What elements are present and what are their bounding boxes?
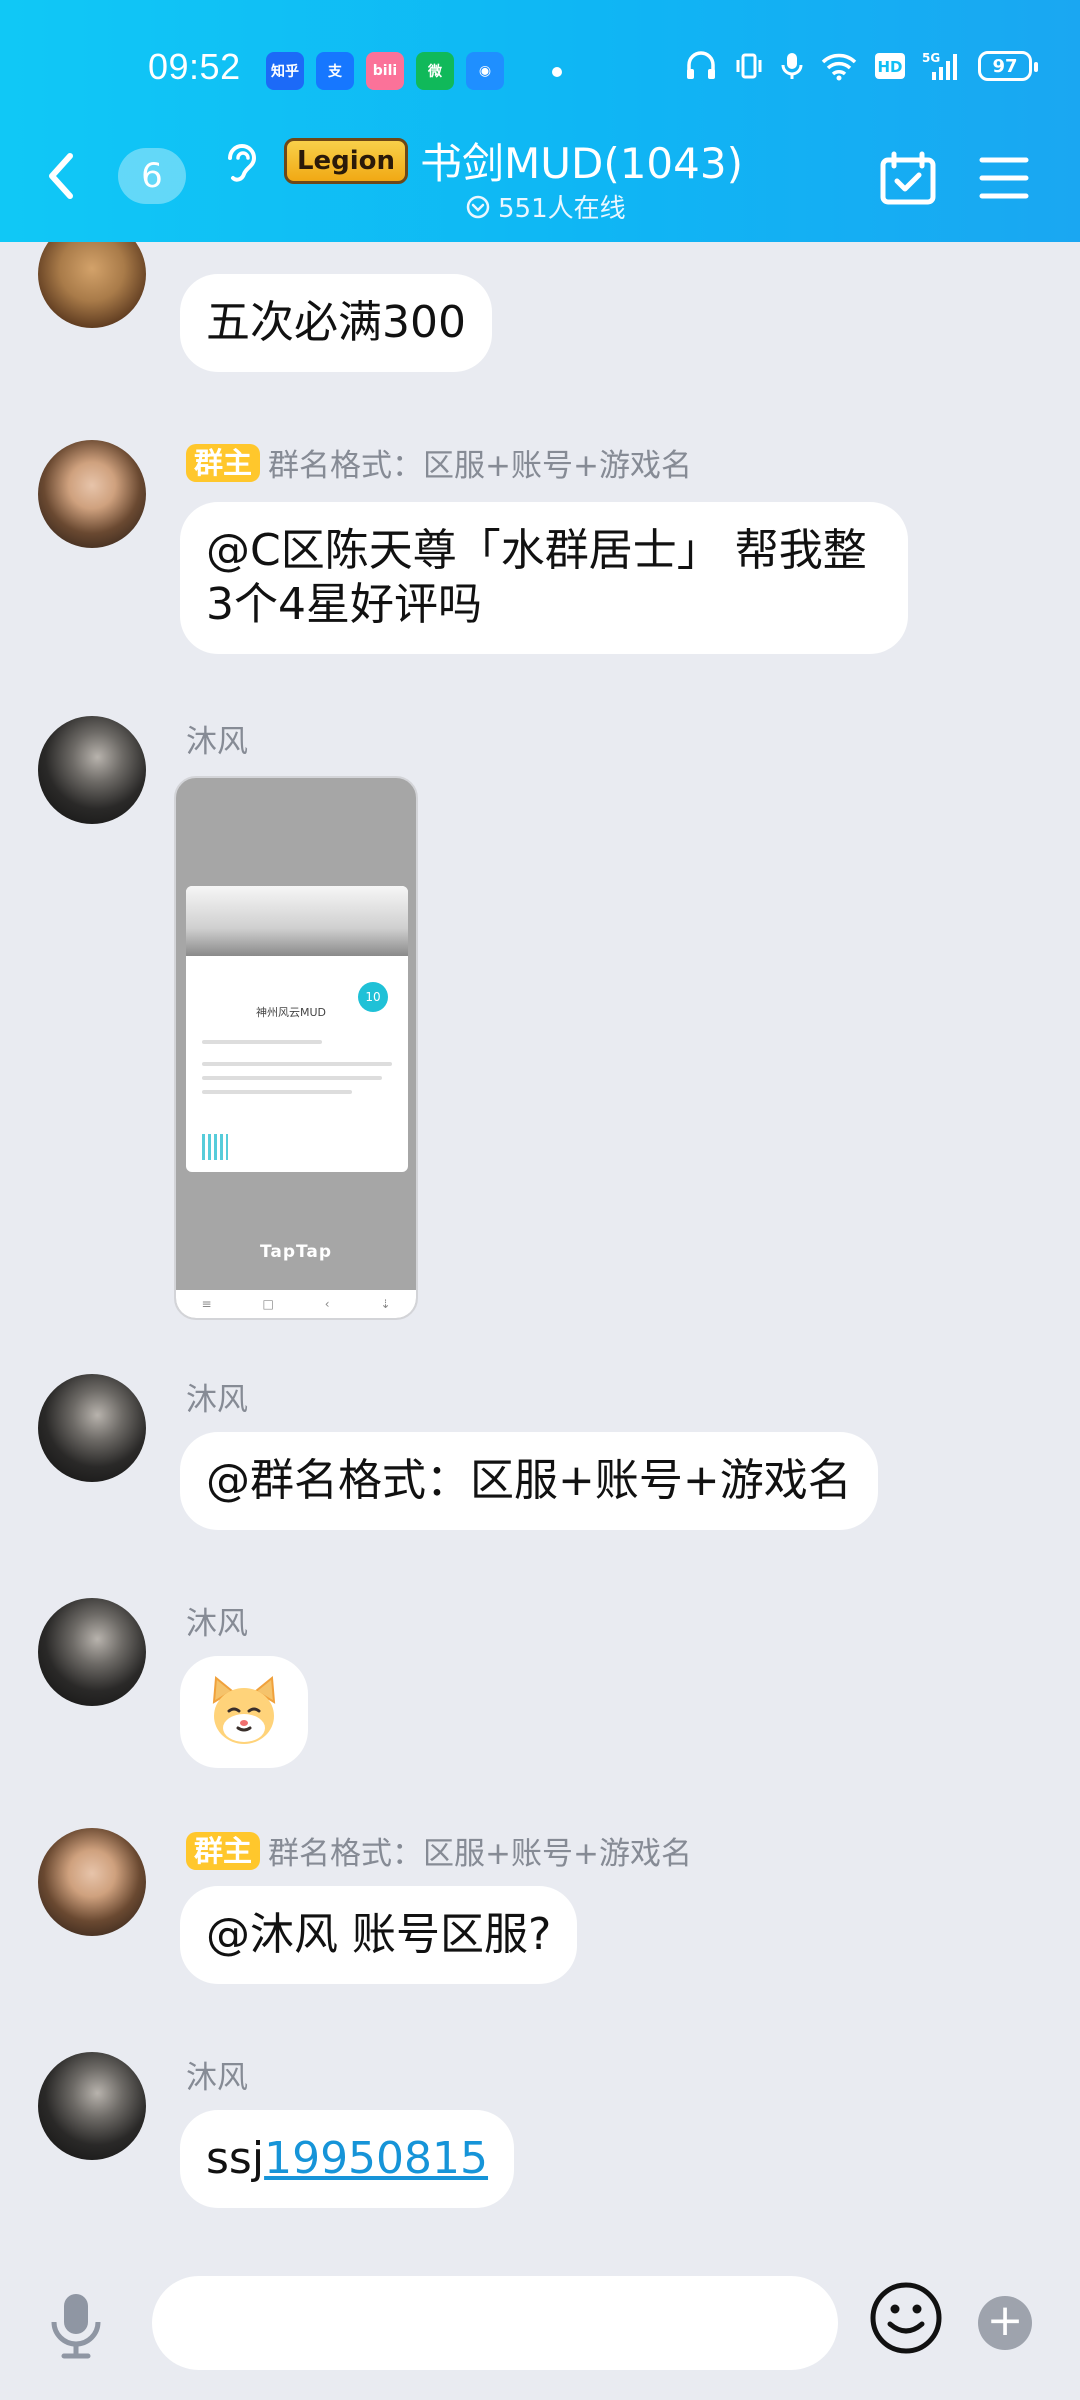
screenshot-score-badge: 10 (358, 982, 388, 1012)
message-text-prefix: ssj (206, 2133, 265, 2184)
avatar[interactable] (38, 1374, 146, 1482)
signal-5g-icon: 5G (922, 50, 962, 82)
message-bubble[interactable]: 五次必满300 (180, 274, 492, 372)
smile-icon (870, 2282, 942, 2354)
screenshot-review-line (202, 1062, 392, 1066)
screenshot-home-icon: □ (262, 1297, 274, 1311)
sender-name: 群名格式：区服+账号+游戏名 (268, 448, 692, 484)
avatar[interactable] (38, 1828, 146, 1936)
back-button[interactable] (38, 146, 84, 206)
calendar-icon[interactable] (880, 150, 936, 210)
wifi-icon (820, 51, 858, 81)
sender-line: 群主 群名格式：区服+账号+游戏名 (186, 440, 692, 485)
message-bubble[interactable]: ssj19950815 (180, 2110, 515, 2208)
group-title-area[interactable]: Legion 书剑MUD(1043) (284, 130, 743, 191)
sender-name: 沐风 (186, 2060, 248, 2096)
wechat-app-icon: 微 (416, 52, 454, 90)
online-count-text: 551人在线 (498, 194, 626, 224)
online-chevron-icon (466, 195, 490, 218)
screenshot-nav-bar: ≡ □ ‹ ⇣ (176, 1290, 416, 1318)
message-input[interactable] (152, 2276, 838, 2370)
screenshot-qr-code (202, 1134, 228, 1160)
screenshot-card: 10 神州风云MUD (186, 886, 408, 1172)
sender-name: 群名格式：区服+账号+游戏名 (268, 1836, 692, 1872)
plus-icon[interactable]: + (978, 2296, 1032, 2350)
cat-sticker-icon (212, 1676, 276, 1744)
screenshot-banner-image (186, 886, 408, 956)
role-badge: 群主 (186, 1831, 261, 1870)
microphone-icon (780, 51, 804, 81)
group-title: 书剑MUD(1043) (420, 139, 743, 188)
sender-name: 沐风 (186, 1382, 248, 1418)
earpiece-mode-icon[interactable] (220, 138, 262, 190)
emoji-button[interactable] (868, 2280, 944, 2360)
message-bubble[interactable]: @C区陈天尊「水群居士」 帮我整3个4星好评吗 (180, 502, 908, 654)
online-status: 551人在线 (466, 188, 626, 225)
avatar[interactable] (38, 440, 146, 548)
battery-indicator: 97 (978, 51, 1038, 81)
bilibili-app-icon: bili (366, 52, 404, 90)
screenshot-review-line (202, 1090, 352, 1094)
unread-count-badge[interactable]: 6 (118, 148, 186, 204)
microphone-icon (51, 2294, 101, 2359)
headphones-icon (684, 51, 718, 81)
role-badge: 群主 (186, 443, 261, 482)
zhihu-app-icon: 知乎 (266, 52, 304, 90)
message-bubble[interactable]: @群名格式：区服+账号+游戏名 (180, 1432, 878, 1530)
message-list[interactable]: 五次必满300 群主 群名格式：区服+账号+游戏名 @C区陈天尊「水群居士」 帮… (0, 242, 1080, 2270)
screenshot-review-line (202, 1076, 382, 1080)
qq-app-icon: ◉ (466, 52, 504, 90)
vibrate-icon (734, 51, 764, 81)
message-bubble[interactable]: @沐风 账号区服? (180, 1886, 578, 1984)
screenshot-menu-icon: ≡ (201, 1297, 212, 1311)
menu-icon[interactable] (976, 150, 1032, 210)
screenshot-user-line (202, 1040, 322, 1044)
notification-icons: 知乎 支 bili 微 ◉ (266, 52, 504, 90)
avatar[interactable] (38, 1598, 146, 1706)
screenshot-down-icon: ⇣ (380, 1297, 391, 1311)
group-logo: Legion (284, 137, 408, 184)
svg-text:5G: 5G (922, 51, 940, 65)
avatar[interactable] (38, 2052, 146, 2160)
sender-name: 沐风 (186, 1606, 248, 1642)
system-icons: HD 5G 97 (684, 50, 1038, 82)
screenshot-game-title: 神州风云MUD (256, 1006, 327, 1019)
status-dot (552, 67, 562, 77)
phone-number-link[interactable]: 19950815 (264, 2133, 488, 2184)
image-message[interactable]: 10 神州风云MUD TapTap ≡ □ ‹ ⇣ (174, 776, 418, 1320)
status-time: 09:52 (148, 46, 241, 87)
input-toolbar: + (0, 2270, 1080, 2400)
taptap-logo: TapTap (259, 1242, 333, 1262)
voice-input-button[interactable] (44, 2290, 108, 2366)
avatar[interactable] (38, 242, 146, 328)
hd-icon: HD (874, 51, 906, 81)
chat-header: 09:52 知乎 支 bili 微 ◉ HD 5G 97 6 Legion 书剑… (0, 0, 1080, 242)
alipay-app-icon: 支 (316, 52, 354, 90)
sender-line: 群主 群名格式：区服+账号+游戏名 (186, 1828, 692, 1873)
svg-text:HD: HD (877, 58, 902, 76)
screenshot-status-bar (184, 786, 408, 802)
emoji-bubble[interactable] (180, 1656, 308, 1768)
sender-name: 沐风 (186, 724, 248, 760)
screenshot-back-icon: ‹ (324, 1297, 330, 1311)
avatar[interactable] (38, 716, 146, 824)
